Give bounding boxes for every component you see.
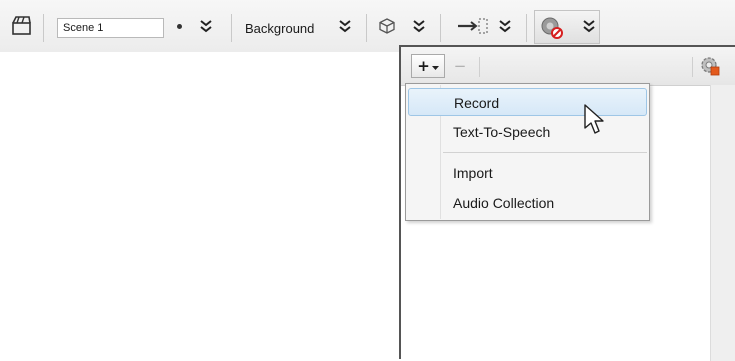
dot-icon[interactable] xyxy=(177,24,182,29)
audio-panel-toolbar: + − xyxy=(401,47,735,86)
panel-divider xyxy=(479,57,480,77)
mouse-cursor-icon xyxy=(583,104,607,136)
more-chevron-icon[interactable] xyxy=(497,16,513,36)
dropdown-arrow-icon xyxy=(431,66,439,70)
menu-item-label: Import xyxy=(453,165,493,181)
toolbar-divider xyxy=(366,14,367,42)
motion-path-icon[interactable] xyxy=(456,14,490,38)
menu-item-label: Audio Collection xyxy=(453,195,555,211)
panel-scrollbar[interactable] xyxy=(710,85,735,361)
more-chevron-icon[interactable] xyxy=(198,16,214,36)
menu-item-record[interactable]: Record xyxy=(408,88,647,116)
menu-item-text-to-speech[interactable]: Text-To-Speech xyxy=(408,118,647,146)
add-audio-menu: Record Text-To-Speech Import Audio Colle… xyxy=(405,83,650,221)
more-chevron-icon[interactable] xyxy=(411,16,427,36)
menu-item-label: Record xyxy=(454,95,500,111)
add-label: + xyxy=(417,57,430,75)
remove-audio-button[interactable]: − xyxy=(450,54,470,78)
background-label[interactable]: Background xyxy=(245,21,314,36)
toolbar-divider xyxy=(43,14,44,42)
toolbar-divider xyxy=(231,14,232,42)
cube-icon[interactable] xyxy=(377,16,397,36)
audio-muted-icon[interactable] xyxy=(538,14,566,40)
menu-item-label: Text-To-Speech xyxy=(453,124,551,140)
scene-name-field[interactable]: Scene 1 xyxy=(57,18,164,38)
menu-separator xyxy=(443,152,647,153)
more-chevron-icon[interactable] xyxy=(581,16,597,36)
clapperboard-icon[interactable] xyxy=(10,14,34,38)
panel-divider xyxy=(692,57,693,77)
menu-item-import[interactable]: Import xyxy=(408,159,647,187)
audio-settings-icon[interactable] xyxy=(699,55,721,77)
toolbar-divider xyxy=(526,14,527,42)
add-audio-button[interactable]: + xyxy=(411,54,445,78)
more-chevron-icon[interactable] xyxy=(337,16,353,36)
menu-item-audio-collection[interactable]: Audio Collection xyxy=(408,189,647,217)
toolbar-divider xyxy=(440,14,441,42)
